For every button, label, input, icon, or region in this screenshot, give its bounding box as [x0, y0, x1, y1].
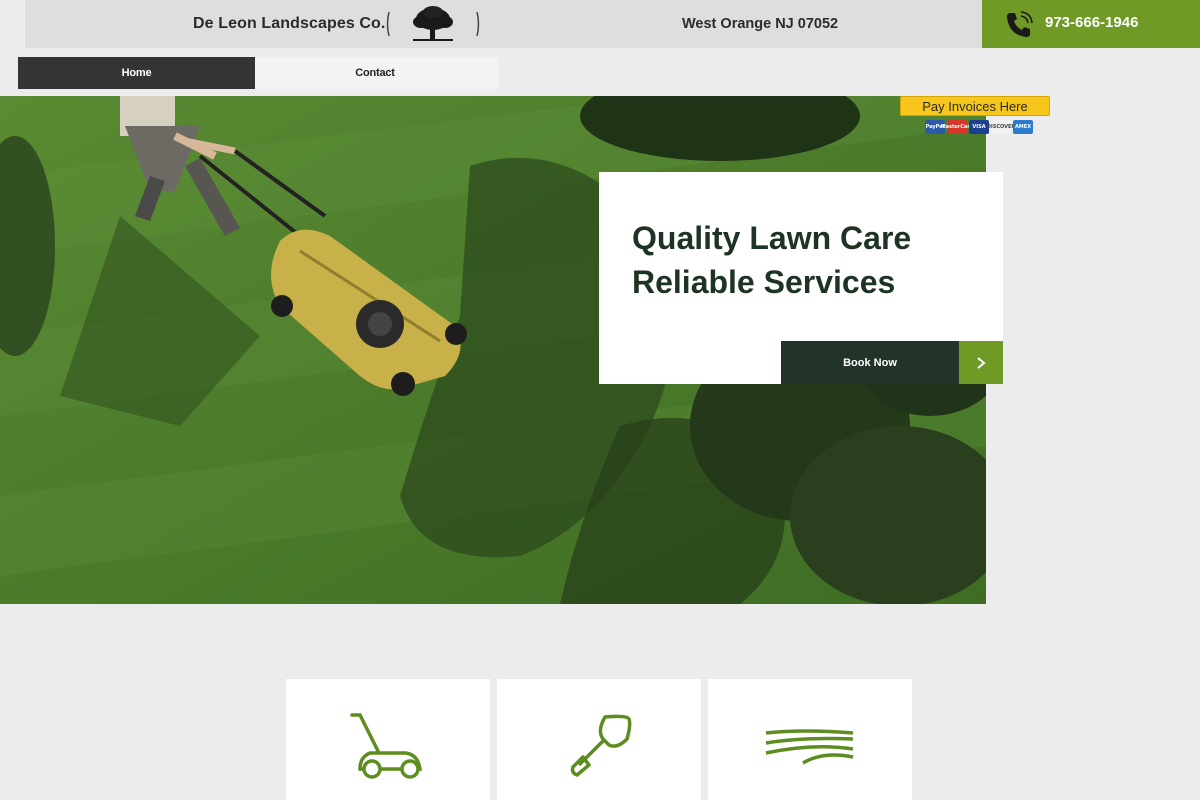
lawn-mower-icon [350, 713, 423, 779]
main-nav: Home Contact [18, 57, 498, 89]
amex-card-icon: AMEX [1013, 120, 1033, 134]
book-now-arrow-button[interactable] [959, 341, 1003, 384]
book-now-button[interactable]: Book Now [781, 341, 959, 384]
location-text: West Orange NJ 07052 [682, 16, 839, 32]
brand-name[interactable]: De Leon Landscapes Co. [193, 15, 385, 33]
service-card-mowing[interactable] [286, 679, 490, 800]
phone-icon [1007, 11, 1033, 37]
nav-home[interactable]: Home [18, 57, 255, 89]
header-bar: De Leon Landscapes Co. West Orange NJ 07… [25, 0, 982, 48]
payment-cards: PayPal MasterCard VISA DISCOVER AMEX [925, 120, 1033, 134]
service-card-landscaping[interactable] [708, 679, 912, 800]
field-icon [765, 729, 854, 765]
service-card-gardening[interactable] [497, 679, 701, 800]
tree-logo-icon[interactable] [385, 4, 481, 44]
nav-contact[interactable]: Contact [255, 57, 495, 89]
trowel-icon [570, 714, 632, 777]
chevron-right-icon [977, 356, 986, 369]
hero-title: Quality Lawn Care Reliable Services [632, 216, 911, 304]
hero-title-line2: Reliable Services [632, 264, 896, 300]
page: De Leon Landscapes Co. West Orange NJ 07… [0, 0, 1200, 800]
discover-card-icon: DISCOVER [987, 120, 1015, 134]
hero-title-line1: Quality Lawn Care [632, 220, 912, 256]
mastercard-card-icon: MasterCard [941, 120, 973, 134]
phone-number[interactable]: 973-666-1946 [1045, 14, 1138, 31]
pay-invoices-button[interactable]: Pay Invoices Here [900, 96, 1050, 116]
phone-box[interactable]: 973-666-1946 [982, 0, 1200, 48]
hero-card: Quality Lawn Care Reliable Services Book… [599, 172, 1003, 384]
